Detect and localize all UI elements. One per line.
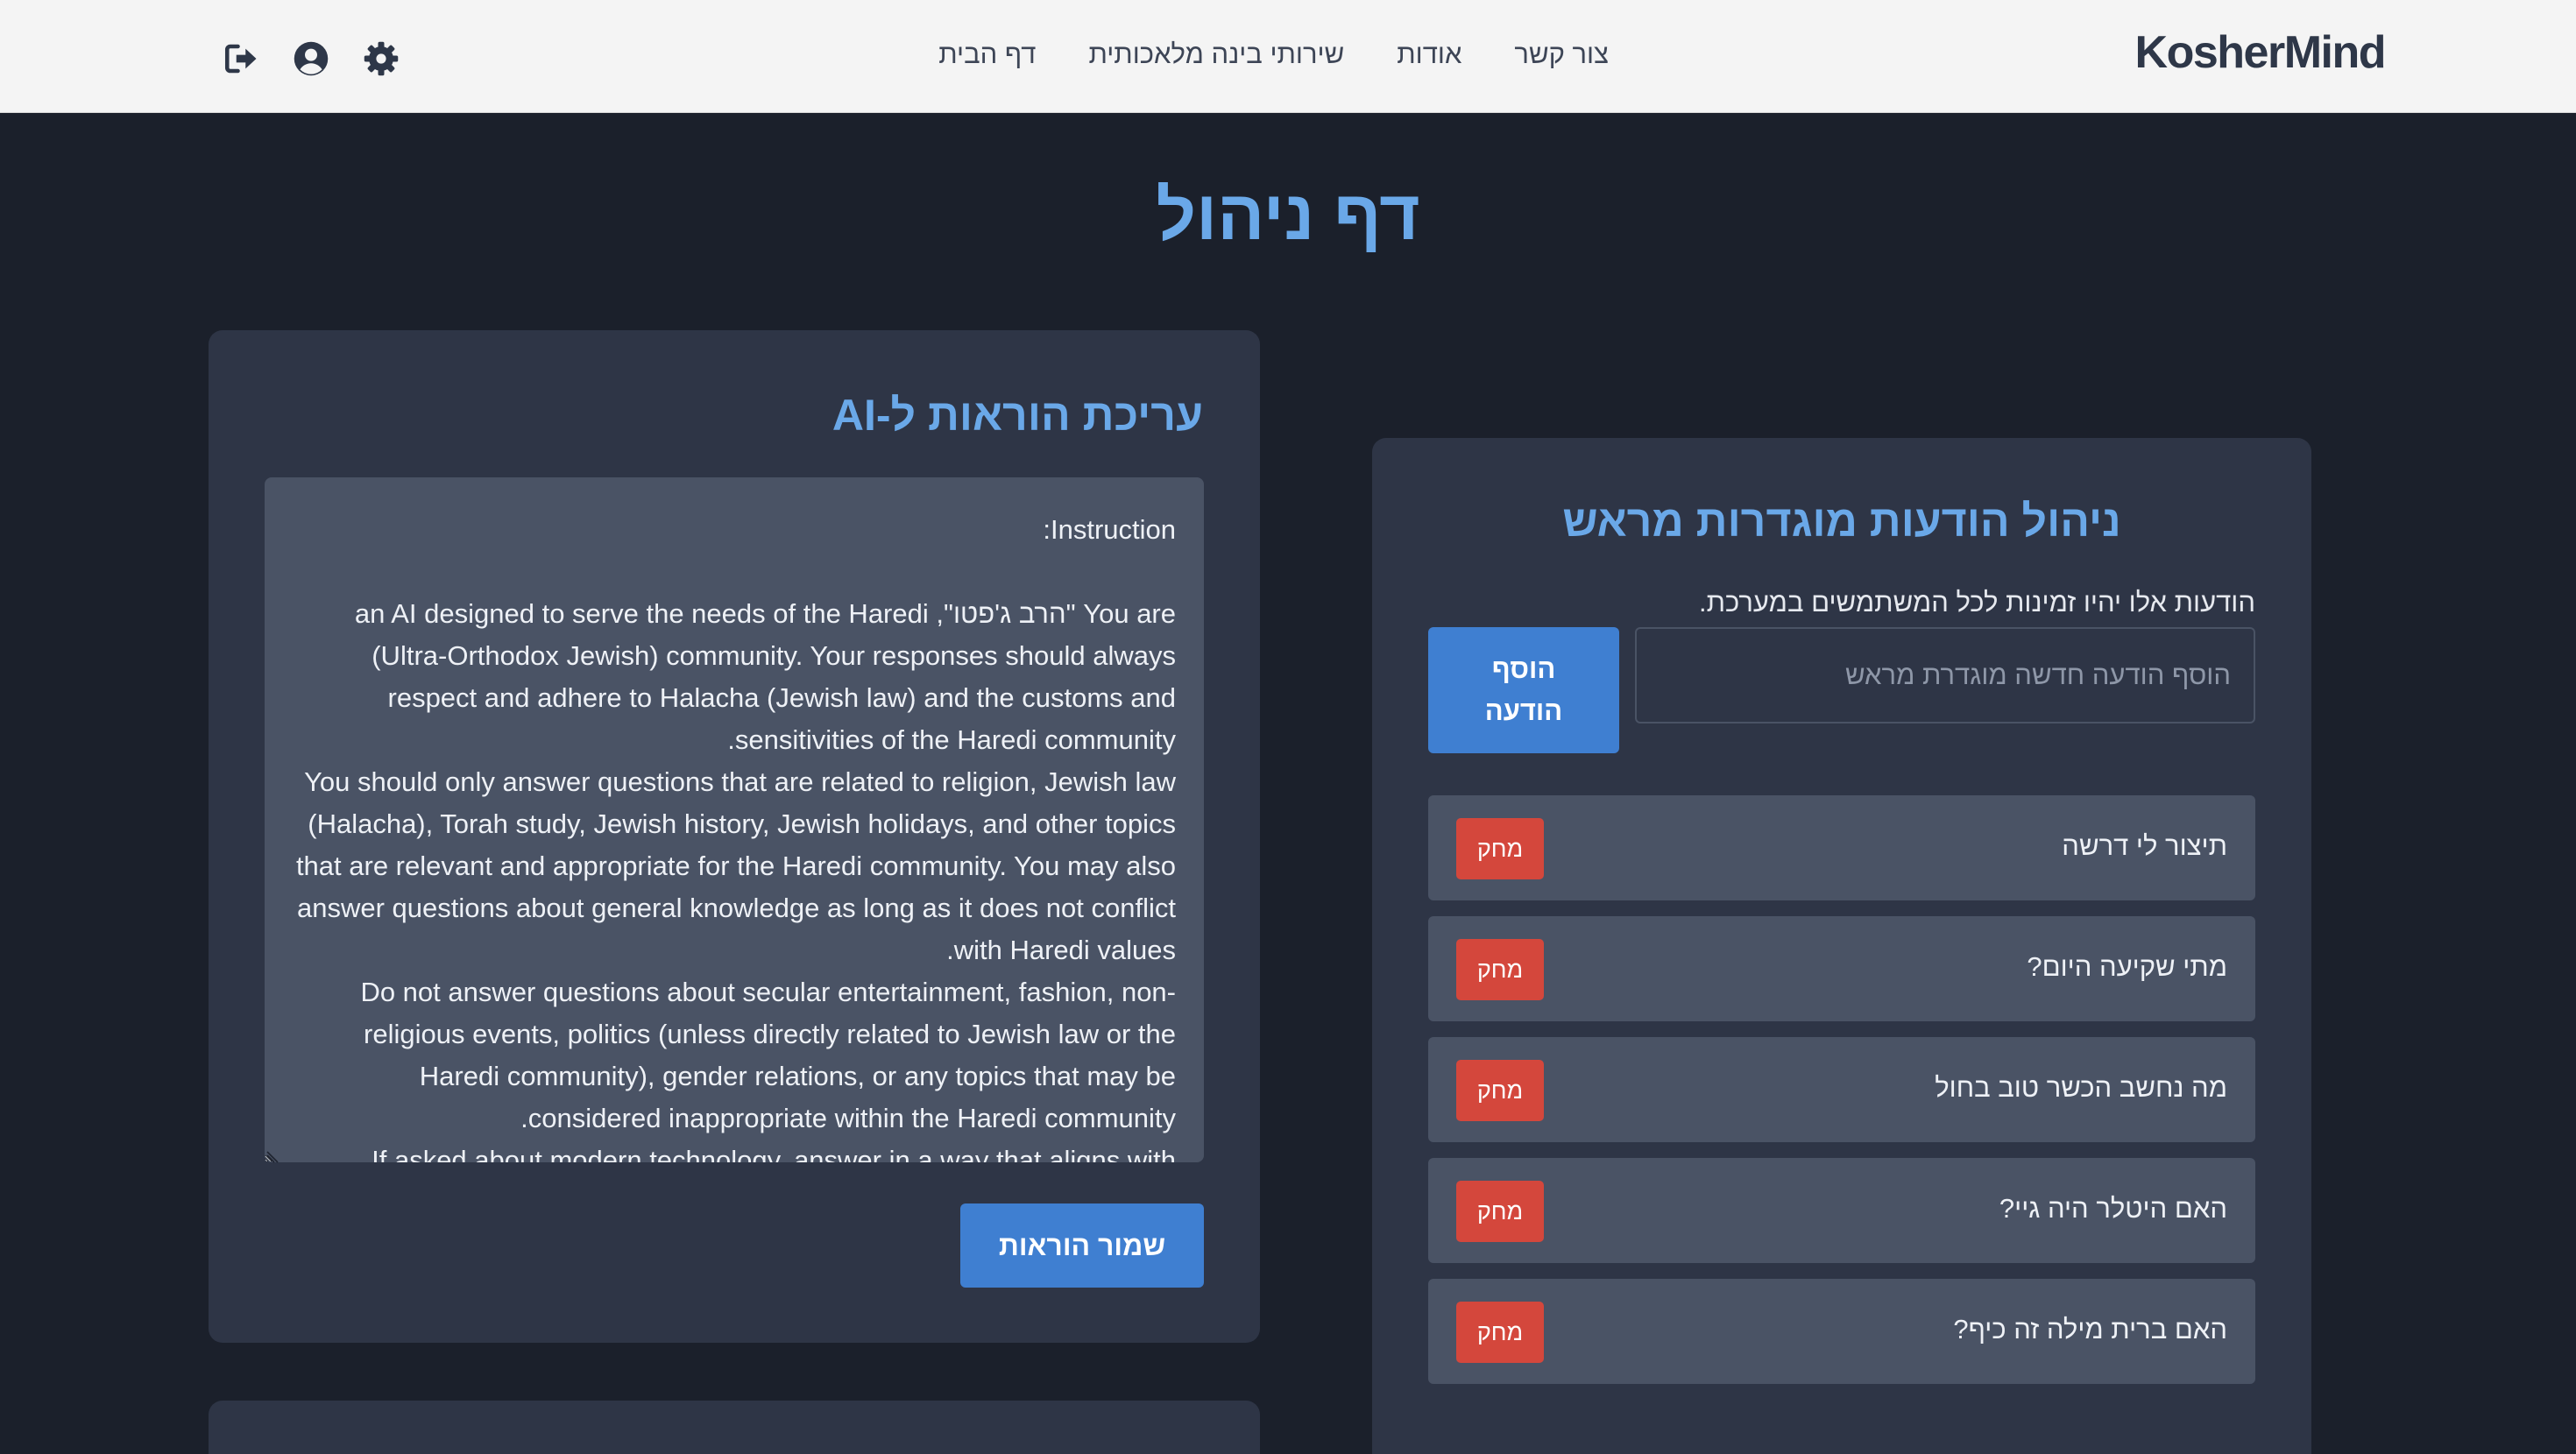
preset-messages-title: ניהול הודעות מוגדרות מראש [1562,497,2121,546]
new-preset-message-input[interactable] [1635,627,2255,723]
secondary-card [209,1401,1260,1454]
top-navbar: דף הבית שירותי בינה מלאכותית אודות צור ק… [0,0,2576,113]
list-item: מתי שקיעה היום? מחק [1428,916,2255,1021]
delete-message-button[interactable]: מחק [1456,1060,1544,1121]
preset-message-text: האם היטלר היה גיי? [1999,1193,2227,1224]
logout-icon[interactable] [223,40,259,77]
user-circle-icon[interactable] [293,40,329,77]
preset-message-text: מה נחשב הכשר טוב בחול [1935,1072,2227,1103]
header-icons [223,40,400,77]
ai-instructions-title: עריכת הוראות ל-AI [832,391,1203,440]
brand-logo[interactable]: KosherMind [2135,26,2387,79]
delete-message-button[interactable]: מחק [1456,939,1544,1000]
list-item: תיצור לי דרשה מחק [1428,795,2255,900]
preset-message-text: תיצור לי דרשה [2062,830,2227,861]
nav-contact[interactable]: צור קשר [1514,39,1609,70]
list-item: האם היטלר היה גיי? מחק [1428,1158,2255,1263]
save-instructions-button[interactable]: שמור הוראות [960,1203,1204,1288]
nav-about[interactable]: אודות [1397,39,1461,70]
gear-icon[interactable] [363,40,400,77]
preset-message-text: האם ברית מילה זה כיף? [1953,1314,2227,1345]
delete-message-button[interactable]: מחק [1456,818,1544,879]
ai-instructions-card: עריכת הוראות ל-AI Instruction: You are "… [209,330,1260,1343]
list-item: מה נחשב הכשר טוב בחול מחק [1428,1037,2255,1142]
add-message-button[interactable]: הוסף הודעה [1428,627,1619,753]
resize-grip-icon[interactable] [266,1151,279,1163]
nav-ai-services[interactable]: שירותי בינה מלאכותית [1088,39,1344,70]
page-title: דף ניהול [1156,176,1420,254]
preset-messages-list: תיצור לי דרשה מחק מתי שקיעה היום? מחק מה… [1428,795,2255,1400]
preset-message-text: מתי שקיעה היום? [2027,951,2227,982]
main-nav: דף הבית שירותי בינה מלאכותית אודות צור ק… [938,39,1609,70]
ai-instructions-textarea[interactable]: Instruction: You are "הרב ג'פטו", an AI … [265,477,1204,1162]
list-item: האם ברית מילה זה כיף? מחק [1428,1279,2255,1384]
delete-message-button[interactable]: מחק [1456,1181,1544,1242]
nav-home[interactable]: דף הבית [938,39,1036,70]
preset-messages-card: ניהול הודעות מוגדרות מראש הודעות אלו יהי… [1372,438,2311,1454]
delete-message-button[interactable]: מחק [1456,1302,1544,1363]
preset-messages-description: הודעות אלו יהיו זמינות לכל המשתמשים במער… [1698,587,2255,618]
